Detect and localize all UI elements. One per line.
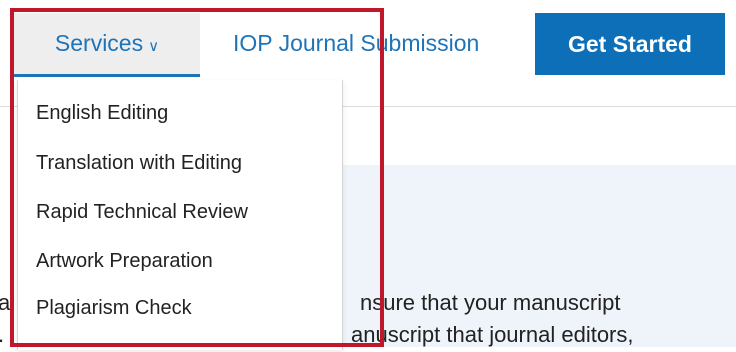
services-menu-button[interactable]: Services ∨ bbox=[14, 13, 200, 77]
body-line1-end: nsure that your manuscript bbox=[360, 290, 621, 315]
menu-item-english-editing[interactable]: English Editing bbox=[36, 102, 168, 125]
services-dropdown-menu: English Editing Translation with Editing… bbox=[17, 80, 343, 350]
menu-item-plagiarism-check[interactable]: Plagiarism Check bbox=[36, 297, 192, 320]
services-label: Services bbox=[54, 30, 144, 56]
menu-item-artwork-preparation[interactable]: Artwork Preparation bbox=[36, 250, 213, 273]
menu-item-translation-with-editing[interactable]: Translation with Editing bbox=[36, 152, 242, 175]
get-started-button[interactable]: Get Started bbox=[535, 13, 725, 75]
menu-item-rapid-technical-review[interactable]: Rapid Technical Review bbox=[36, 201, 248, 224]
body-line1-start: a bbox=[0, 290, 11, 315]
chevron-down-icon: ∨ bbox=[148, 37, 160, 55]
iop-journal-submission-link[interactable]: IOP Journal Submission bbox=[233, 30, 479, 57]
